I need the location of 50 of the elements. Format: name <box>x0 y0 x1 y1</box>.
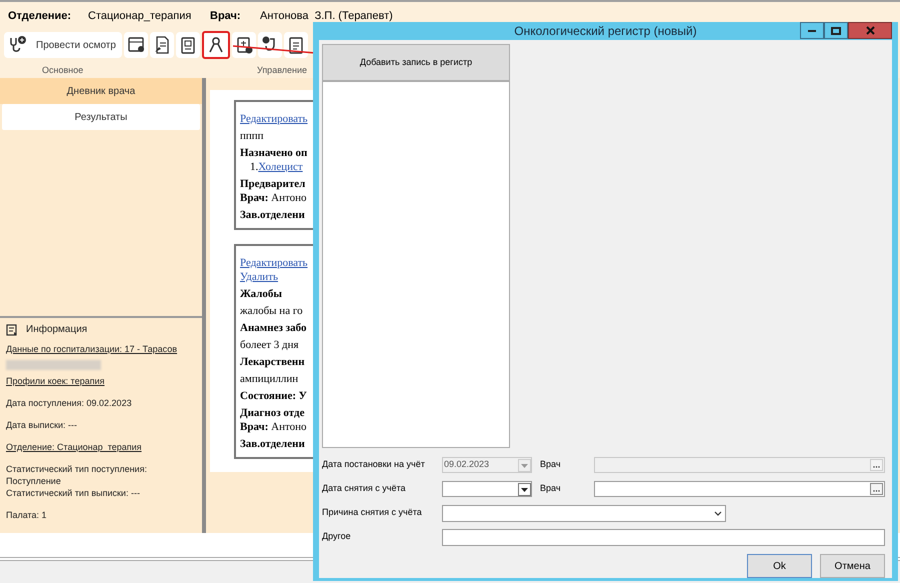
info-text: Поступление <box>6 475 62 487</box>
dialog-title: Онкологический регистр (новый) <box>513 23 698 40</box>
ok-button[interactable]: Ok <box>747 554 812 578</box>
info-title: Информация <box>26 323 88 337</box>
doctor-label: Врач: <box>210 8 242 24</box>
toolbar-group-label: Основное <box>41 64 84 77</box>
field-label: Врач <box>539 482 562 496</box>
info-text: Дата поступления: 09.02.2023 <box>6 397 133 409</box>
info-text: Палата: 1 <box>6 509 48 521</box>
department-value: Стационар_терапия <box>88 8 192 24</box>
department-label: Отделение: <box>8 8 72 24</box>
note-heading: Анамнез забо <box>240 321 308 335</box>
note-heading: Зав.отделени <box>240 208 306 222</box>
field-label: Причина снятия с учёта <box>322 506 423 520</box>
procedure-link[interactable]: Холецист <box>258 160 303 174</box>
note-heading: Состояние: У <box>240 389 308 403</box>
note-heading: Жалобы <box>240 287 283 301</box>
note-heading: Предварител <box>240 177 306 191</box>
note-heading: Назначено оп <box>240 146 308 160</box>
sidebar-tab[interactable]: Дневник врача <box>0 78 202 104</box>
list-number: 1. <box>250 160 258 174</box>
note-heading: Зав.отделени <box>240 437 306 451</box>
note-text: жалобы на го <box>240 304 304 318</box>
edit-link[interactable]: Редактировать <box>240 112 320 126</box>
field-label: Другое <box>322 530 352 544</box>
info-text: Дата выписки: --- <box>6 419 78 431</box>
note-text: пппп <box>240 129 265 143</box>
info-link[interactable]: Данные по госпитализации: 17 - Тарасов <box>6 343 196 355</box>
toolbar-group-label: Управление <box>256 64 308 77</box>
field-label: Врач <box>539 458 562 472</box>
sidebar-tab[interactable]: Результаты <box>2 104 200 130</box>
info-link[interactable]: Отделение: Стационар_терапия <box>6 441 196 453</box>
add-record-button[interactable]: Добавить запись в регистр <box>322 44 510 81</box>
info-link[interactable]: Профили коек: терапия <box>6 375 196 387</box>
note-heading: Диагноз отде <box>240 406 306 420</box>
note-text: Врач: Антоно <box>240 420 308 434</box>
cancel-button[interactable]: Отмена <box>820 554 885 578</box>
date-field: 09.02.2023 <box>442 457 532 473</box>
note-text: ампициллин <box>240 372 300 386</box>
field-label: Дата снятия с учёта <box>322 482 407 496</box>
note-text: Врач: Антоно <box>240 191 308 205</box>
field-label: Дата постановки на учёт <box>322 458 426 472</box>
info-text: Статистический тип выписки: --- <box>6 487 141 499</box>
doctor-value: Антонова З.П. (Терапевт) <box>260 8 393 24</box>
examine-button[interactable]: Провести осмотр <box>4 32 122 58</box>
note-heading: Лекарственн <box>240 355 306 369</box>
info-text: Статистический тип поступления: <box>6 463 148 475</box>
edit-link[interactable]: Редактировать <box>240 256 320 270</box>
note-text: болеет 3 дня <box>240 338 300 352</box>
edit-link[interactable]: Удалить <box>240 270 320 284</box>
